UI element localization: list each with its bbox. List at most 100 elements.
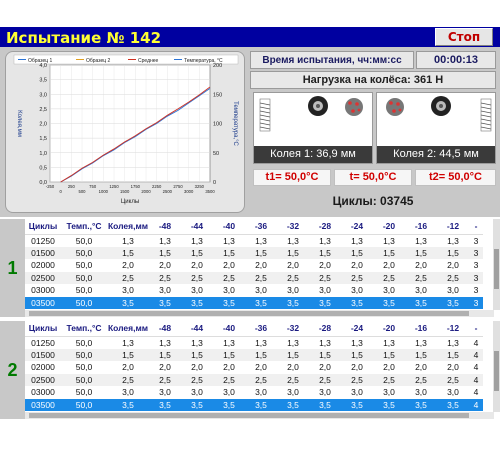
table-cell: 3,0 xyxy=(223,285,235,296)
table-cell: 3,0 xyxy=(255,285,267,296)
table-cell: 3,0 xyxy=(383,387,395,398)
table-header-cell[interactable]: -28 xyxy=(309,219,341,235)
scroll-thumb[interactable] xyxy=(494,249,499,289)
table-cell: 2,5 xyxy=(341,373,373,386)
table-cell: 2,0 xyxy=(159,362,171,373)
wheel-1-illustration xyxy=(259,96,363,132)
table-cell: 4 xyxy=(469,348,483,361)
table-header-cell[interactable]: -16 xyxy=(405,219,437,235)
table-row[interactable]: 02500 50,0 2,5 2,5 2,5 2,5 2,5 2,5 2,5 2,5 2,5 2,5 2… xyxy=(25,373,483,386)
table-cell: 3 xyxy=(469,246,483,259)
table-cell: 3,5 xyxy=(437,398,469,411)
table-row[interactable]: 02000 50,0 2,0 2,0 2,0 2,0 2,0 2,0 2,0 2,0 2,0 2,0 2… xyxy=(25,361,483,374)
wheel-panel-2: Колея 2: 44,5 мм xyxy=(376,92,496,164)
table-cell: 02000 xyxy=(31,260,55,271)
scrollbar-horizontal-2[interactable] xyxy=(25,412,494,419)
table-header-cell[interactable]: -24 xyxy=(341,219,373,235)
table-header-cell[interactable]: -48 xyxy=(149,219,181,235)
table-cell: 2,0 xyxy=(287,260,299,271)
table-cell: 1,3 xyxy=(447,235,459,246)
scrollbar-vertical-1[interactable] xyxy=(493,219,500,310)
table-cell: 1,5 xyxy=(213,246,245,259)
table-row[interactable]: 03500 50,0 3,5 3,5 3,5 3,5 3,5 3,5 3,5 3,5 3,5 3,5 3… xyxy=(25,398,483,411)
table-header-cell[interactable]: -20 xyxy=(373,219,405,235)
table-cell: 2,0 xyxy=(447,260,459,271)
sample-icon xyxy=(386,98,404,116)
table-header-cell[interactable]: -44 xyxy=(181,321,213,337)
table-cell: 2,5 xyxy=(107,271,149,284)
table-header-cell[interactable]: -12 xyxy=(437,321,469,337)
table-row[interactable]: 02000 50,0 2,0 2,0 2,0 2,0 2,0 2,0 2,0 2,0 2,0 2,0 2… xyxy=(25,259,483,272)
table-header-cell[interactable]: - xyxy=(469,321,483,337)
y-tick-label: 3,0 xyxy=(39,92,47,98)
table-header-cell[interactable]: Колея,мм xyxy=(107,219,149,235)
scroll-thumb[interactable] xyxy=(494,351,499,391)
table-cell: 3,0 xyxy=(159,387,171,398)
table-cell: 1,3 xyxy=(415,235,427,246)
y-tick-label: 1,0 xyxy=(39,151,47,157)
y-tick-label: 2,5 xyxy=(39,107,47,113)
table-header-cell[interactable]: -40 xyxy=(213,219,245,235)
table-cell: 3,5 xyxy=(149,398,181,411)
table-cell: 1,5 xyxy=(309,348,341,361)
table-cell: 3,0 xyxy=(383,285,395,296)
table-header-cell[interactable]: Темп.,°C xyxy=(61,219,107,235)
table-cell: 03000 xyxy=(31,387,55,398)
table-header-cell[interactable]: -40 xyxy=(213,321,245,337)
table-header-cell[interactable]: Колея,мм xyxy=(107,321,149,337)
table-header-cell[interactable]: -16 xyxy=(405,321,437,337)
table-header-cell[interactable]: -12 xyxy=(437,219,469,235)
table-header-cell[interactable]: -32 xyxy=(277,321,309,337)
table-cell: 3 xyxy=(469,271,483,284)
table-cell: 3,5 xyxy=(245,398,277,411)
table-header-cell[interactable]: -24 xyxy=(341,321,373,337)
table-header-cell[interactable]: -48 xyxy=(149,321,181,337)
scroll-thumb[interactable] xyxy=(29,413,469,418)
table-cell: 3,5 xyxy=(277,398,309,411)
table-row[interactable]: 02500 50,0 2,5 2,5 2,5 2,5 2,5 2,5 2,5 2,5 2,5 2,5 2… xyxy=(25,271,483,284)
table-cell: 4 xyxy=(473,362,479,373)
table-header-cell[interactable]: Темп.,°C xyxy=(61,321,107,337)
table-cell: 3,0 xyxy=(287,285,299,296)
scrollbar-vertical-2[interactable] xyxy=(493,321,500,412)
table-header-cell[interactable]: -20 xyxy=(373,321,405,337)
table-row[interactable]: 03500 50,0 3,5 3,5 3,5 3,5 3,5 3,5 3,5 3,5 3,5 3,5 3… xyxy=(25,296,483,309)
x-tick-label-minor: 3500 xyxy=(205,189,215,194)
table-cell: 2,0 xyxy=(223,362,235,373)
table-row[interactable]: 01500 50,0 1,5 1,5 1,5 1,5 1,5 1,5 1,5 1,5 1,5 1,5 1… xyxy=(25,348,483,361)
x-tick-label: 3250 xyxy=(195,184,205,189)
table-cell: 1,5 xyxy=(373,348,405,361)
scroll-thumb[interactable] xyxy=(29,311,469,316)
table-row[interactable]: 01500 50,0 1,5 1,5 1,5 1,5 1,5 1,5 1,5 1,5 1,5 1,5 1… xyxy=(25,246,483,259)
table-header-cell[interactable]: -28 xyxy=(309,321,341,337)
table-cell: 2,5 xyxy=(213,271,245,284)
table-header-cell[interactable]: - xyxy=(469,219,483,235)
table-cell: 03500 xyxy=(25,398,61,411)
table-header-cell[interactable]: -44 xyxy=(181,219,213,235)
table-header-cell[interactable]: -36 xyxy=(245,321,277,337)
wheel-2-illustration xyxy=(386,96,492,132)
table-row[interactable]: 01250 50,0 1,3 1,3 1,3 1,3 1,3 1,3 1,3 1,3 1,3 1,3 1… xyxy=(25,234,483,247)
table-cell: 1,5 xyxy=(149,246,181,259)
table-cell: 1,5 xyxy=(405,246,437,259)
table-row[interactable]: 03000 50,0 3,0 3,0 3,0 3,0 3,0 3,0 3,0 3,0 3,0 3,0 3… xyxy=(25,386,483,399)
table-cell: 1,5 xyxy=(181,246,213,259)
table-header-cell[interactable]: -36 xyxy=(245,219,277,235)
table-row[interactable]: 01250 50,0 1,3 1,3 1,3 1,3 1,3 1,3 1,3 1,3 1,3 1,3 1… xyxy=(25,336,483,349)
x-axis-label: Циклы xyxy=(121,199,139,205)
scrollbar-horizontal-1[interactable] xyxy=(25,310,494,317)
table-cell: 3,0 xyxy=(159,285,171,296)
stop-button[interactable]: Стоп xyxy=(435,28,493,46)
table-header-cell[interactable]: -32 xyxy=(277,219,309,235)
table-cell: 2,0 xyxy=(191,260,203,271)
table-cell: 50,0 xyxy=(75,362,93,373)
section-label-2: 2 xyxy=(0,321,25,419)
table-cell: 50,0 xyxy=(61,296,107,309)
y2-tick-label: 150 xyxy=(213,92,222,98)
table-cell: 2,5 xyxy=(245,373,277,386)
table-cell: 1,5 xyxy=(107,348,149,361)
table-cell: 2,0 xyxy=(447,362,459,373)
table-row[interactable]: 03000 50,0 3,0 3,0 3,0 3,0 3,0 3,0 3,0 3,0 3,0 3,0 3… xyxy=(25,284,483,297)
table-header-cell[interactable]: Циклы xyxy=(25,321,61,337)
table-header-cell[interactable]: Циклы xyxy=(25,219,61,235)
